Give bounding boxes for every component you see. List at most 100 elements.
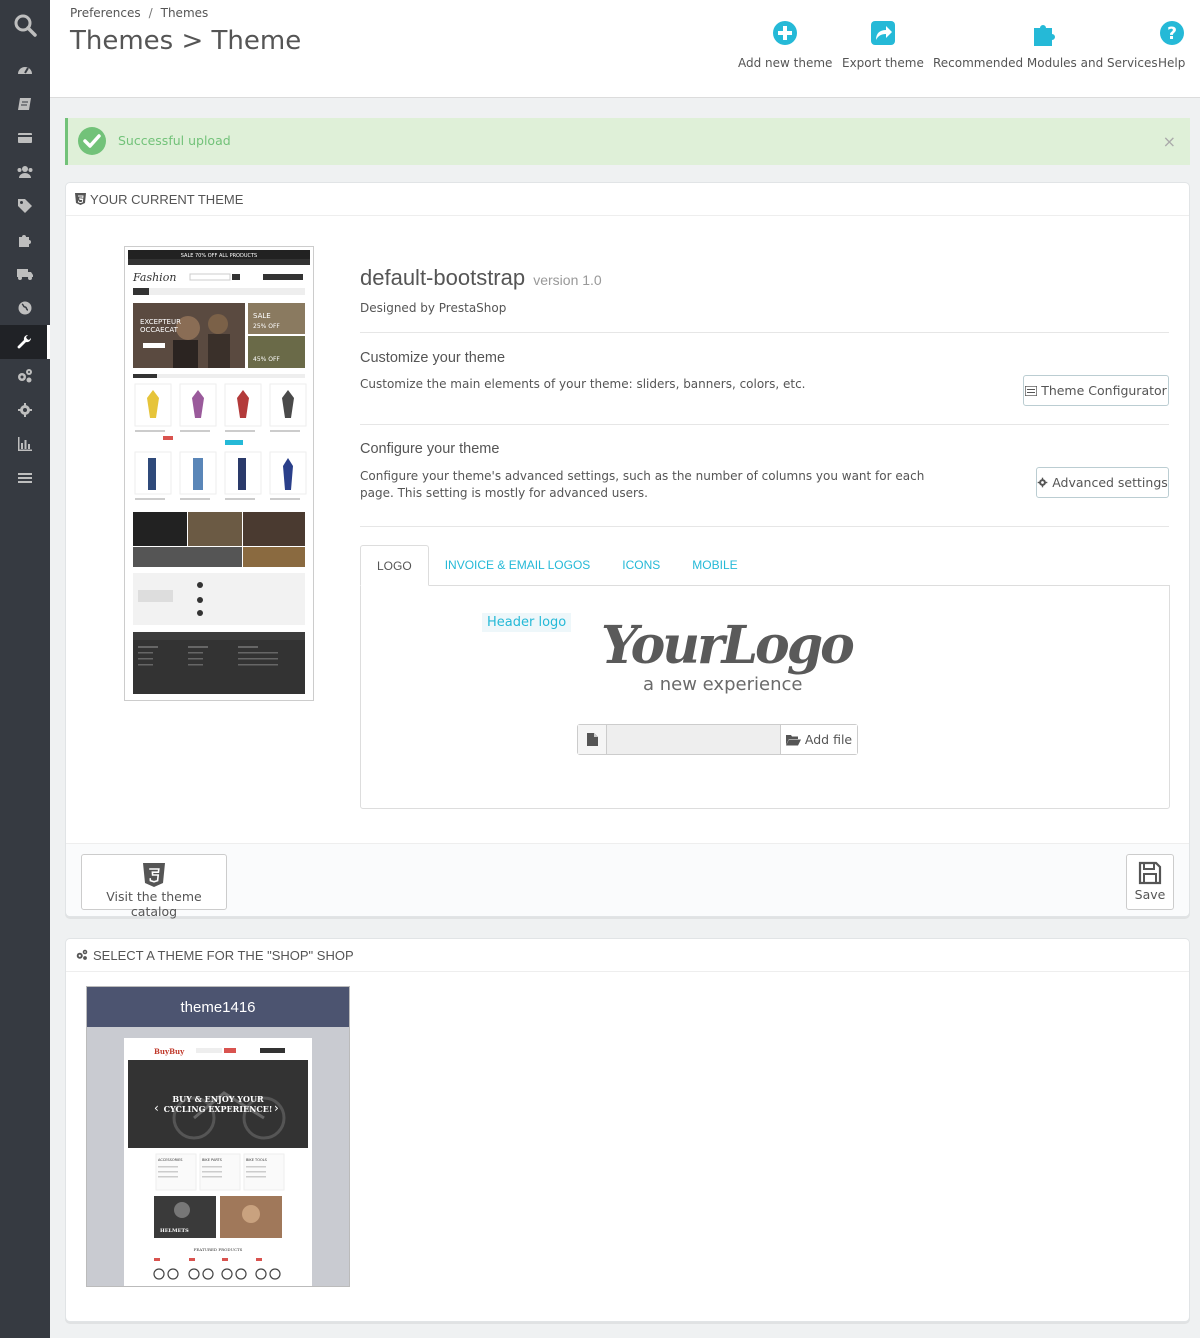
svg-text:SALE 70% OFF ALL PRODUCTS: SALE 70% OFF ALL PRODUCTS <box>181 253 257 259</box>
recommended-modules-button[interactable]: Recommended Modules and Services <box>933 20 1158 70</box>
gears-icon <box>76 949 88 960</box>
visit-theme-catalog-button[interactable]: Visit the theme catalog <box>81 854 227 919</box>
add-new-theme-button[interactable]: Add new theme <box>738 20 832 70</box>
configure-description: Configure your theme's advanced settings… <box>360 468 924 502</box>
svg-text:YourLogo: YourLogo <box>601 615 853 676</box>
gear-icon <box>1037 477 1048 488</box>
theme-preview-image: SALE 70% OFF ALL PRODUCTS Fashion EXCEPT… <box>128 250 310 697</box>
folder-open-icon <box>785 734 801 745</box>
sidebar-item-stats[interactable] <box>0 427 50 461</box>
file-icon <box>586 733 598 746</box>
configure-description-line1: Configure your theme's advanced settings… <box>360 469 925 483</box>
help-button[interactable]: ? Help <box>1158 20 1185 70</box>
tab-logo[interactable]: Logo <box>360 545 429 586</box>
theme-card[interactable]: theme1416 BuyBuy BUY & ENJOY YOUR CYCLIN… <box>86 986 350 1287</box>
svg-text:BIKE TOOLS: BIKE TOOLS <box>246 1158 268 1162</box>
breadcrumb: Preferences / Themes <box>70 6 208 20</box>
export-theme-button[interactable]: Export theme <box>842 20 924 70</box>
sidebar <box>0 0 50 1338</box>
page-header: Preferences / Themes Themes > Theme Add ne… <box>50 0 1200 98</box>
sidebar-item-dashboard[interactable] <box>0 53 50 87</box>
catalog-icon <box>18 133 32 143</box>
theme-card-preview: BuyBuy BUY & ENJOY YOUR CYCLING EXPERIEN… <box>124 1038 312 1286</box>
current-theme-panel: Your current theme SALE 70% OFF ALL PROD… <box>65 182 1190 919</box>
tab-icons[interactable]: Icons <box>606 545 676 585</box>
breadcrumb-separator: / <box>148 6 153 20</box>
svg-text:45% OFF: 45% OFF <box>253 356 280 363</box>
select-theme-panel: Select a theme for the "Shop" shop theme… <box>65 938 1190 1322</box>
panel-heading: Select a theme for the "Shop" shop <box>66 939 1189 972</box>
tab-mobile[interactable]: Mobile <box>676 545 753 585</box>
breadcrumb-preferences[interactable]: Preferences <box>70 6 141 20</box>
svg-text:BuyBuy: BuyBuy <box>154 1047 185 1056</box>
visit-theme-catalog-label: Visit the theme catalog <box>106 889 202 919</box>
customers-icon <box>17 166 33 178</box>
tab-bar: Logo Invoice & Email Logos Icons Mobile <box>360 545 754 586</box>
theme-configurator-label: Theme Configurator <box>1041 383 1167 398</box>
advanced-settings-button[interactable]: Advanced settings <box>1036 467 1169 498</box>
theme-configurator-button[interactable]: Theme Configurator <box>1023 375 1169 406</box>
tab-invoice-email-logos[interactable]: Invoice & Email Logos <box>429 545 607 585</box>
html5-icon <box>143 863 165 887</box>
bar-chart-icon <box>18 437 32 451</box>
svg-text:SALE: SALE <box>253 312 271 320</box>
sidebar-item-catalog[interactable] <box>0 121 50 155</box>
export-theme-label: Export theme <box>842 56 924 70</box>
sidebar-item-administration[interactable] <box>0 393 50 427</box>
sidebar-item-shipping[interactable] <box>0 257 50 291</box>
help-label: Help <box>1158 56 1186 70</box>
current-theme-heading: Your current theme <box>90 191 244 207</box>
svg-text:›: › <box>274 1101 279 1115</box>
advanced-settings-label: Advanced settings <box>1052 475 1168 490</box>
check-circle-icon <box>78 127 106 155</box>
svg-text:CYCLING EXPERIENCE!: CYCLING EXPERIENCE! <box>164 1104 273 1114</box>
alert-close-button[interactable]: × <box>1163 132 1176 151</box>
recommended-modules-label: Recommended Modules and Services <box>933 56 1158 70</box>
gear-icon <box>18 403 32 417</box>
wrench-icon <box>17 334 32 349</box>
save-label: Save <box>1134 887 1166 902</box>
sidebar-item-orders[interactable] <box>0 87 50 121</box>
success-alert: Successful upload × <box>65 118 1190 165</box>
truck-icon <box>17 269 33 280</box>
divider <box>360 424 1169 425</box>
breadcrumb-themes[interactable]: Themes <box>161 6 209 20</box>
logo-file-input: Add file <box>577 724 858 755</box>
dashboard-icon <box>18 67 32 74</box>
add-new-theme-label: Add new theme <box>738 56 833 70</box>
sidebar-item-customers[interactable] <box>0 155 50 189</box>
sidebar-item-localization[interactable] <box>0 291 50 325</box>
share-icon <box>870 21 895 45</box>
select-theme-heading: Select a theme for the "Shop" shop <box>93 947 354 963</box>
html5-icon <box>75 193 86 205</box>
svg-text:HELMETS: HELMETS <box>160 1228 189 1234</box>
sidebar-item-preferences[interactable] <box>0 325 50 359</box>
list-icon <box>1025 385 1038 396</box>
current-theme-preview: SALE 70% OFF ALL PRODUCTS Fashion EXCEPT… <box>124 246 314 701</box>
svg-text:FEATURED PRODUCTS: FEATURED PRODUCTS <box>194 1247 243 1252</box>
sidebar-item-price-rules[interactable] <box>0 189 50 223</box>
gears-icon <box>18 369 32 383</box>
search-button[interactable] <box>0 0 50 50</box>
tag-icon <box>18 199 32 213</box>
file-name-field[interactable] <box>607 725 781 754</box>
header-logo-label: Header logo <box>482 613 572 632</box>
theme-card-title: theme1416 <box>87 987 349 1027</box>
svg-text:25% OFF: 25% OFF <box>253 323 280 330</box>
svg-text:?: ? <box>1167 24 1177 44</box>
sidebar-item-advanced-parameters[interactable] <box>0 359 50 393</box>
add-file-button[interactable]: Add file <box>781 725 857 754</box>
svg-text:EXCEPTEUR: EXCEPTEUR <box>140 318 181 326</box>
menu-icon <box>18 473 32 483</box>
file-icon-wrap <box>578 725 607 754</box>
sidebar-item-modules[interactable] <box>0 223 50 257</box>
page-title: Themes > Theme <box>70 26 302 56</box>
svg-text:BUY & ENJOY YOUR: BUY & ENJOY YOUR <box>172 1094 264 1104</box>
save-button[interactable]: Save <box>1126 854 1174 910</box>
svg-text:ACCESSORIES: ACCESSORIES <box>158 1158 183 1162</box>
orders-icon <box>18 98 31 110</box>
plus-circle-icon <box>773 21 798 45</box>
save-icon <box>1138 861 1162 885</box>
sidebar-collapse-toggle[interactable] <box>0 461 50 495</box>
logo-tabs: Logo Invoice & Email Logos Icons Mobile … <box>360 545 1170 809</box>
